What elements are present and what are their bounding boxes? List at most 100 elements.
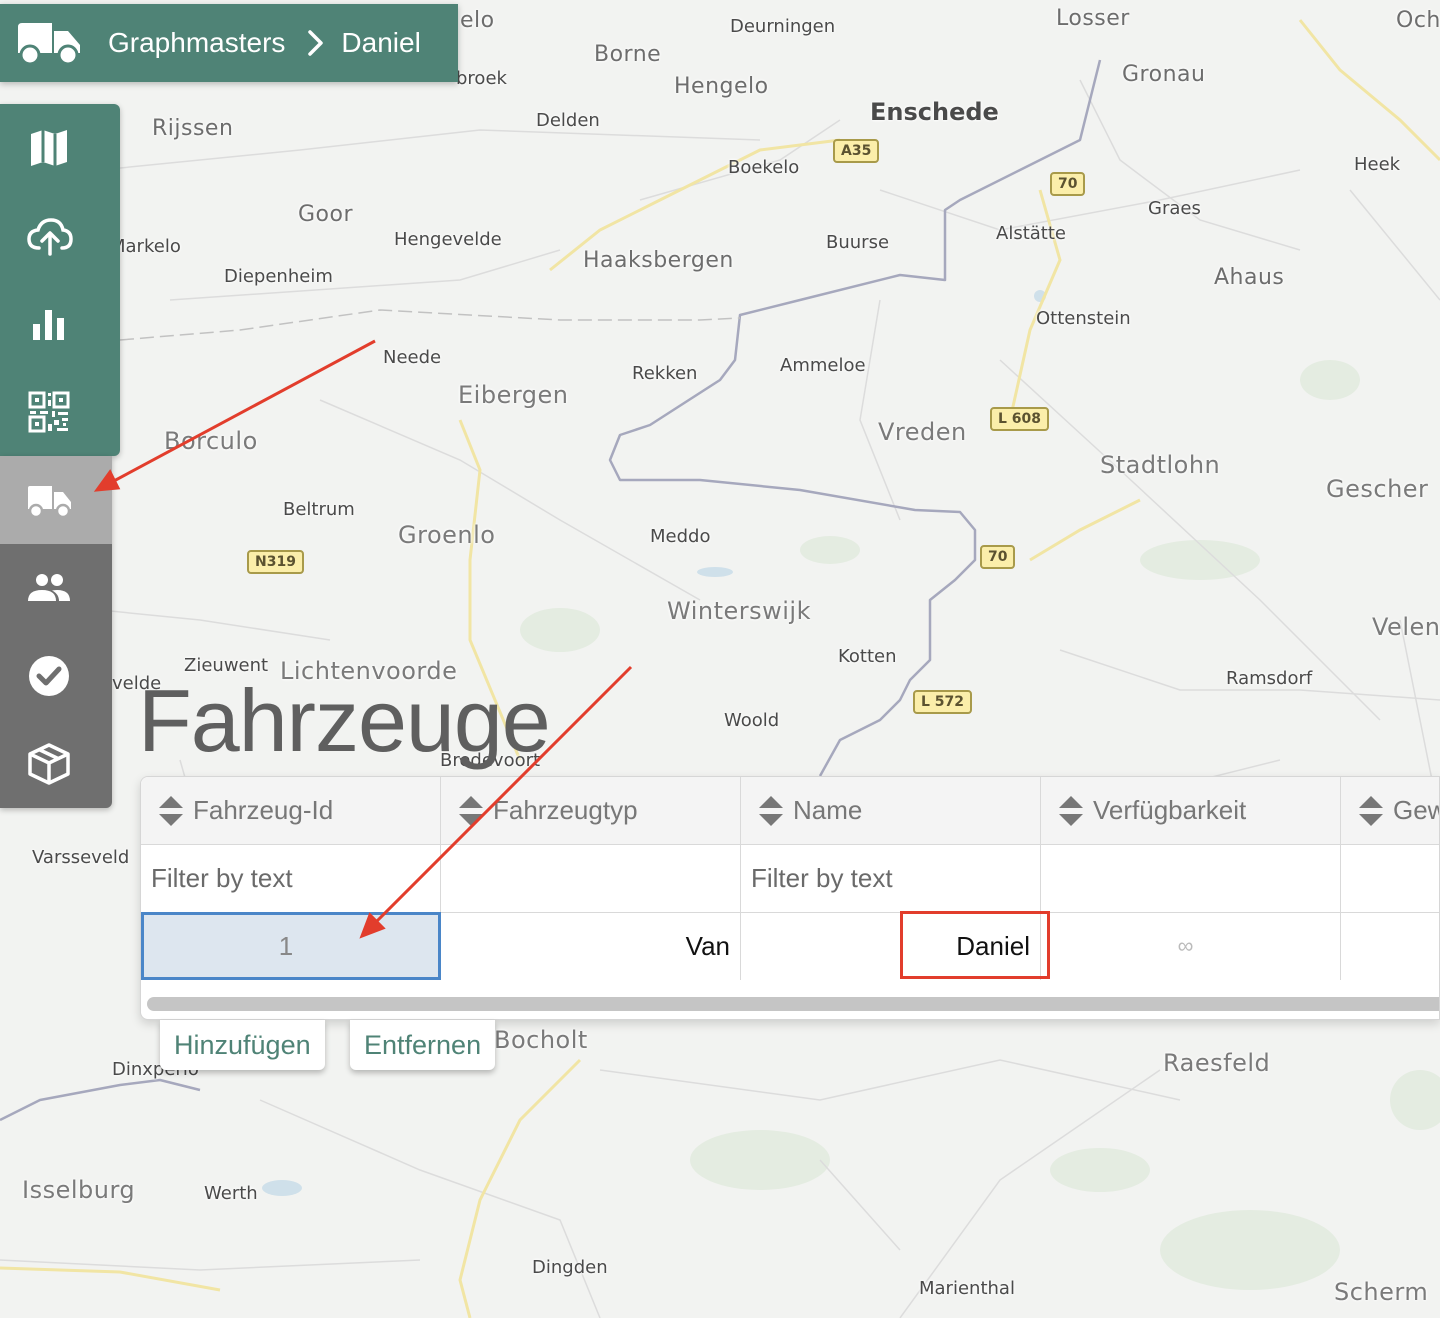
column-header-vehicle-id[interactable]: Fahrzeug-Id	[141, 777, 441, 845]
map-label: Hengevelde	[394, 229, 502, 250]
weight-cell[interactable]	[1341, 912, 1439, 980]
road-shield: L 572	[913, 690, 973, 714]
map-label: Gronau	[1122, 62, 1206, 87]
map-label: Isselburg	[22, 1176, 136, 1204]
map-label: Ammeloe	[780, 355, 866, 376]
map-label: Vreden	[878, 418, 967, 446]
vehicles-table: Fahrzeug-Id Fahrzeugtyp Name Verfügbarke…	[140, 776, 1440, 1020]
truck-logo-icon[interactable]	[14, 19, 84, 67]
check-circle-icon	[29, 656, 69, 696]
chevron-right-icon	[308, 30, 324, 56]
page-title: Fahrzeuge	[138, 671, 551, 770]
cloud-upload-icon	[27, 218, 73, 256]
sort-icon[interactable]	[457, 794, 485, 828]
map-label: Losser	[1056, 6, 1130, 31]
sidebar-item-statistics[interactable]	[0, 280, 120, 368]
map-label: Alstätte	[996, 223, 1066, 244]
map-label: Neede	[383, 347, 442, 368]
bar-chart-icon	[33, 310, 64, 340]
remove-button[interactable]: Entfernen	[350, 1020, 496, 1070]
name-filter[interactable]: Filter by text	[741, 845, 1041, 913]
map-label: Borculo	[164, 427, 258, 455]
users-icon	[28, 574, 70, 601]
map-label: Meddo	[650, 526, 711, 547]
column-header-label: Name	[793, 795, 863, 825]
map-label: Buurse	[826, 232, 890, 253]
map-label: Marienthal	[919, 1278, 1015, 1299]
sidebar-item-vehicles[interactable]	[0, 456, 112, 544]
availability-cell[interactable]: ∞	[1041, 912, 1341, 980]
truck-icon	[28, 486, 71, 519]
column-header-label: Fahrzeug-Id	[193, 795, 334, 825]
map-label: Ramsdorf	[1226, 668, 1313, 689]
map-label: Raesfeld	[1163, 1049, 1271, 1077]
map-label: Bocholt	[494, 1026, 588, 1054]
map-label: Borne	[594, 42, 662, 67]
sidebar-item-map[interactable]	[0, 104, 120, 192]
breadcrumb-current: Daniel	[341, 27, 421, 58]
map-label: Markelo	[110, 236, 181, 257]
column-header-availability[interactable]: Verfügbarkeit	[1041, 777, 1341, 845]
vehicle-id-filter[interactable]: Filter by text	[141, 845, 441, 913]
column-header-label: Gew	[1393, 795, 1439, 825]
vehicle-type-filter	[441, 845, 741, 913]
map-label: Ahaus	[1214, 265, 1285, 290]
sort-icon[interactable]	[1057, 794, 1085, 828]
table-row[interactable]: 1 Van Daniel ∞	[141, 912, 1439, 980]
map-label: Kotten	[838, 646, 897, 667]
sidebar-item-packages[interactable]	[0, 720, 112, 808]
sidebar-item-upload[interactable]	[0, 192, 120, 280]
vehicle-id-cell[interactable]: 1	[141, 912, 441, 980]
column-header-name[interactable]: Name	[741, 777, 1041, 845]
map-label: Dingden	[532, 1257, 608, 1278]
name-cell[interactable]: Daniel	[741, 912, 1041, 980]
map-label: Beltrum	[283, 499, 355, 520]
package-icon	[28, 743, 70, 785]
map-label: Goor	[298, 202, 354, 227]
road-shield: A35	[833, 139, 880, 163]
map-label: Diepenheim	[224, 266, 333, 287]
horizontal-scrollbar[interactable]	[147, 997, 1439, 1011]
weight-filter	[1341, 845, 1439, 913]
breadcrumb-app[interactable]: Graphmasters	[108, 27, 285, 59]
road-shield: 70	[1050, 172, 1086, 196]
map-label: Winterswijk	[667, 597, 811, 625]
map-label: Hengelo	[674, 74, 769, 99]
road-shield: L 608	[990, 407, 1050, 431]
column-header-weight[interactable]: Gew	[1341, 777, 1439, 845]
map-label: Gescher	[1326, 475, 1429, 503]
sidebar-item-qr[interactable]	[0, 368, 120, 456]
sidebar-primary	[0, 104, 120, 456]
map-label: Stadtlohn	[1100, 451, 1221, 479]
sidebar-item-users[interactable]	[0, 544, 112, 632]
map-label: Enschede	[870, 98, 999, 126]
column-header-label: Fahrzeugtyp	[493, 795, 638, 825]
map-label: Boekelo	[728, 157, 800, 178]
map-label: Rijssen	[152, 116, 234, 141]
map-label: Delden	[536, 110, 600, 131]
map-background[interactable]: elo Deurningen Losser Ocht Borne Hengelo…	[0, 0, 1440, 1318]
map-label: Werth	[204, 1183, 258, 1204]
map-label: broek	[456, 68, 507, 89]
vehicle-type-cell[interactable]: Van	[441, 912, 741, 980]
sort-icon[interactable]	[757, 794, 785, 828]
sort-icon[interactable]	[1357, 794, 1385, 828]
table-filter-row: Filter by text Filter by text	[141, 845, 1439, 913]
add-button[interactable]: Hinzufügen	[160, 1020, 325, 1070]
availability-filter	[1041, 845, 1341, 913]
map-icon	[31, 130, 67, 166]
map-label: elo	[460, 8, 495, 33]
app-header: Graphmasters Daniel	[0, 4, 458, 82]
road-shield: N319	[247, 550, 304, 574]
sidebar-item-tasks[interactable]	[0, 632, 112, 720]
map-label: Varsseveld	[32, 847, 130, 868]
column-header-vehicle-type[interactable]: Fahrzeugtyp	[441, 777, 741, 845]
map-label: Deurningen	[730, 16, 836, 37]
table-header-row: Fahrzeug-Id Fahrzeugtyp Name Verfügbarke…	[141, 777, 1439, 845]
map-label: Haaksbergen	[583, 248, 734, 273]
map-label: Eibergen	[458, 381, 569, 409]
map-label: Groenlo	[398, 521, 496, 549]
map-label: Velen	[1372, 613, 1440, 641]
map-label: Ottenstein	[1036, 308, 1131, 329]
sort-icon[interactable]	[157, 794, 185, 828]
